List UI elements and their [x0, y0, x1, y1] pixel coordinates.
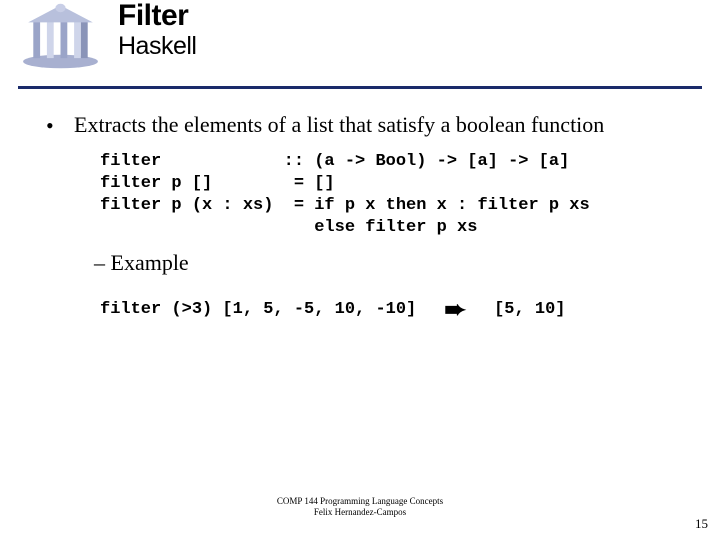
example-input: filter (>3) [1, 5, -5, 10, -10]	[100, 300, 416, 319]
code-definition: filter :: (a -> Bool) -> [a] -> [a] filt…	[100, 151, 690, 238]
bullet-item: • Extracts the elements of a list that s…	[30, 111, 690, 139]
footer: COMP 144 Programming Language Concepts F…	[0, 496, 720, 518]
page-number: 15	[695, 516, 708, 532]
unc-well-logo	[18, 2, 103, 70]
code-line: else filter p xs	[100, 218, 477, 237]
footer-line-2: Felix Hernandez-Campos	[0, 507, 720, 518]
slide: Filter Haskell • Extracts the elements o…	[0, 0, 720, 540]
header-bar: Filter Haskell	[18, 0, 702, 89]
code-line: filter p [] = []	[100, 174, 335, 193]
example-row: filter (>3) [1, 5, -5, 10, -10] ➨ [5, 10…	[100, 294, 690, 325]
example-output: [5, 10]	[494, 300, 565, 319]
title-block: Filter Haskell	[118, 0, 196, 61]
slide-subtitle: Haskell	[118, 32, 196, 61]
bullet-text: Extracts the elements of a list that sat…	[74, 111, 604, 139]
footer-line-1: COMP 144 Programming Language Concepts	[0, 496, 720, 507]
arrow-icon: ➨	[444, 294, 466, 325]
code-line: filter p (x : xs) = if p x then x : filt…	[100, 196, 590, 215]
bullet-marker: •	[30, 111, 74, 139]
content-area: • Extracts the elements of a list that s…	[0, 89, 720, 325]
sub-bullet-example: – Example	[94, 250, 690, 276]
slide-title: Filter	[118, 0, 196, 32]
code-line: filter :: (a -> Bool) -> [a] -> [a]	[100, 152, 569, 171]
